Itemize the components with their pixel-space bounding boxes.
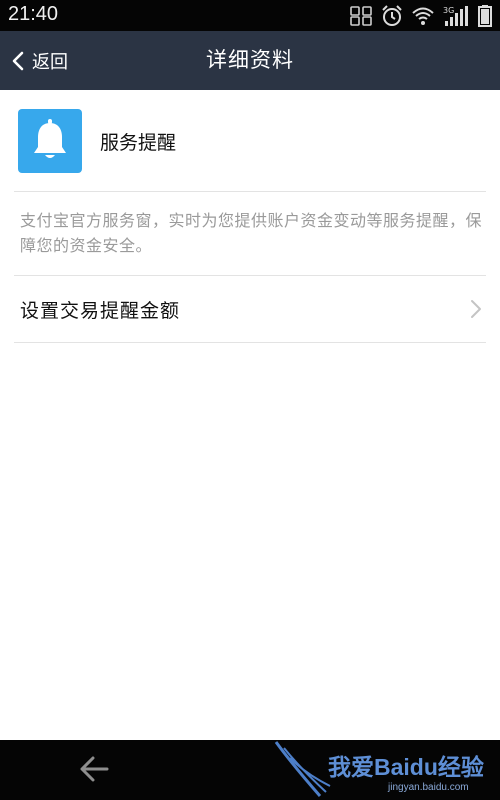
system-nav-bar: 我爱Baidu经验 jingyan.baidu.com <box>0 740 500 800</box>
page-title: 详细资料 <box>206 48 294 72</box>
bell-icon <box>34 119 66 158</box>
setting-label: 设置交易提醒金额 <box>20 300 181 322</box>
chevron-right-icon <box>471 300 481 318</box>
status-icons: 3G <box>350 4 492 28</box>
watermark: 我爱Baidu经验 jingyan.baidu.com <box>270 740 500 800</box>
service-avatar <box>18 109 82 173</box>
nfc-icon <box>350 6 372 26</box>
status-time: 21:40 <box>8 3 59 25</box>
divider <box>14 191 486 192</box>
signal-icon: 3G <box>443 6 468 26</box>
arrow-left-icon[interactable] <box>78 754 110 784</box>
watermark-url: jingyan.baidu.com <box>388 782 469 793</box>
profile-row: 服务提醒 <box>0 90 500 192</box>
title-bar: 返回 详细资料 <box>0 31 500 90</box>
network-type-label: 3G <box>443 6 454 15</box>
service-description: 支付宝官方服务窗，实时为您提供账户资金变动等服务提醒，保障您的资金安全。 <box>20 211 483 255</box>
battery-icon <box>478 5 492 27</box>
service-name: 服务提醒 <box>100 132 177 154</box>
divider <box>14 342 486 343</box>
watermark-text: 我爱Baidu经验 <box>328 754 484 780</box>
alarm-icon <box>382 5 402 26</box>
status-bar: 21:40 3G <box>0 0 500 31</box>
wifi-icon <box>412 7 434 25</box>
set-alert-amount-row[interactable]: 设置交易提醒金额 <box>0 276 500 342</box>
